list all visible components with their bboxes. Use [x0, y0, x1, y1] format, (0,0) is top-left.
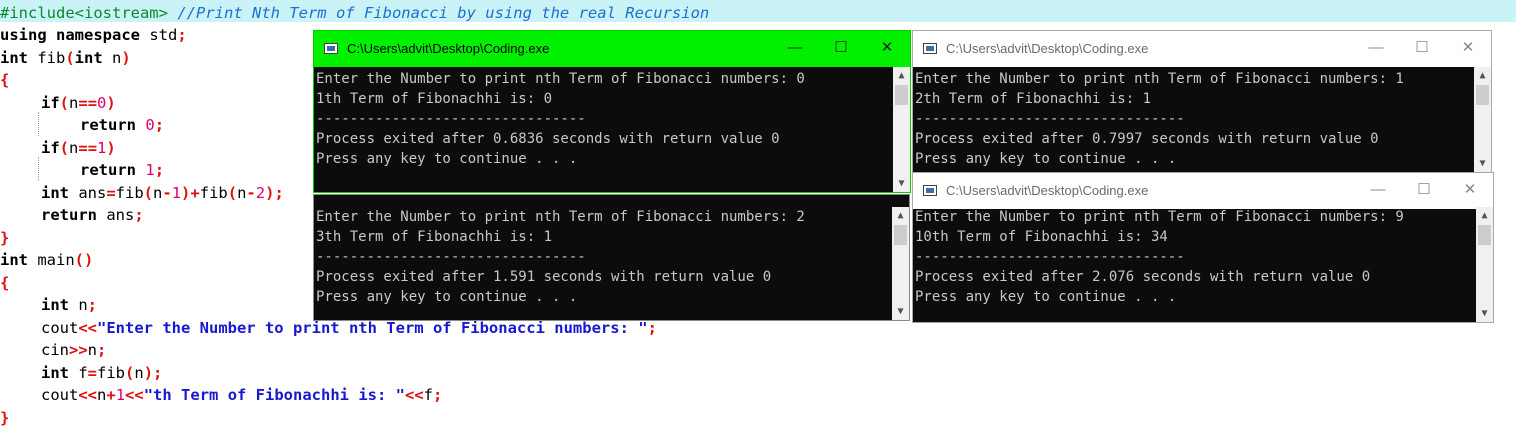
scroll-up-arrow-icon[interactable]: ▲	[1474, 67, 1491, 84]
minimize-button[interactable]: —	[1353, 31, 1399, 67]
code-line-11: }	[0, 229, 10, 247]
console-output: Enter the Number to print nth Term of Fi…	[316, 71, 805, 167]
scroll-thumb[interactable]	[895, 85, 908, 105]
code-line-6: return 0;	[80, 116, 165, 134]
title-bar[interactable]: C:\Users\advit\Desktop\Coding.exe — ☐ ✕	[314, 31, 910, 67]
code-line-4: {	[0, 71, 10, 89]
code-line-9: int ans=fib(n-1)+fib(n-2);	[41, 184, 284, 202]
scroll-thumb[interactable]	[894, 225, 907, 245]
code-line-7: if(n==1)	[41, 139, 116, 157]
window-title: C:\Users\advit\Desktop\Coding.exe	[347, 41, 550, 56]
code-line-3: int fib(int n)	[0, 49, 131, 67]
scroll-down-arrow-icon[interactable]: ▼	[892, 303, 909, 320]
indent-guide	[38, 157, 39, 181]
code-line-17: int f=fib(n);	[41, 364, 163, 382]
code-line-18: cout<<n+1<<"th Term of Fibonachhi is: "<…	[41, 386, 443, 404]
console-output: Enter the Number to print nth Term of Fi…	[915, 71, 1404, 167]
close-button[interactable]: ✕	[864, 31, 910, 67]
console-output: Enter the Number to print nth Term of Fi…	[316, 209, 805, 305]
minimize-button[interactable]: —	[772, 31, 818, 67]
console-window-input-2[interactable]: Enter the Number to print nth Term of Fi…	[313, 194, 910, 321]
close-button[interactable]: ✕	[1445, 31, 1491, 67]
close-button[interactable]: ✕	[1447, 173, 1493, 209]
code-line-2: using namespace std;	[0, 26, 187, 44]
scroll-up-arrow-icon[interactable]: ▲	[892, 207, 909, 224]
console-output: Enter the Number to print nth Term of Fi…	[915, 209, 1404, 305]
code-line-1: #include<iostream> //Print Nth Term of F…	[0, 4, 710, 22]
maximize-button[interactable]: ☐	[1399, 31, 1445, 67]
code-line-14: int n;	[41, 296, 98, 314]
console-window-input-9[interactable]: C:\Users\advit\Desktop\Coding.exe — ☐ ✕ …	[912, 172, 1494, 323]
vertical-scrollbar[interactable]: ▲ ▼	[893, 67, 910, 192]
code-line-5: if(n==0)	[41, 94, 116, 112]
code-line-12: int main()	[0, 251, 94, 269]
vertical-scrollbar[interactable]: ▲ ▼	[1476, 207, 1493, 322]
code-line-10: return ans;	[41, 206, 144, 224]
indent-guide	[38, 112, 39, 136]
scroll-down-arrow-icon[interactable]: ▼	[1474, 155, 1491, 172]
scroll-thumb[interactable]	[1478, 225, 1491, 245]
scroll-down-arrow-icon[interactable]: ▼	[1476, 305, 1493, 322]
title-bar[interactable]: C:\Users\advit\Desktop\Coding.exe — ☐ ✕	[913, 173, 1493, 209]
console-app-icon	[923, 43, 937, 54]
code-line-19: }	[0, 409, 10, 427]
maximize-button[interactable]: ☐	[818, 31, 864, 67]
maximize-button[interactable]: ☐	[1401, 173, 1447, 209]
window-title: C:\Users\advit\Desktop\Coding.exe	[946, 183, 1149, 198]
scroll-thumb[interactable]	[1476, 85, 1489, 105]
vertical-scrollbar[interactable]: ▲ ▼	[892, 207, 909, 320]
scroll-up-arrow-icon[interactable]: ▲	[1476, 207, 1493, 224]
title-bar[interactable]: C:\Users\advit\Desktop\Coding.exe — ☐ ✕	[913, 31, 1491, 67]
code-line-13: {	[0, 274, 10, 292]
minimize-button[interactable]: —	[1355, 173, 1401, 209]
code-line-8: return 1;	[80, 161, 165, 179]
console-window-input-1[interactable]: C:\Users\advit\Desktop\Coding.exe — ☐ ✕ …	[912, 30, 1492, 173]
vertical-scrollbar[interactable]: ▲ ▼	[1474, 67, 1491, 172]
console-app-icon	[923, 185, 937, 196]
console-app-icon	[324, 43, 338, 54]
scroll-down-arrow-icon[interactable]: ▼	[893, 175, 910, 192]
scroll-up-arrow-icon[interactable]: ▲	[893, 67, 910, 84]
window-title: C:\Users\advit\Desktop\Coding.exe	[946, 41, 1149, 56]
code-line-16: cin>>n;	[41, 341, 107, 359]
console-window-input-0[interactable]: C:\Users\advit\Desktop\Coding.exe — ☐ ✕ …	[313, 30, 911, 193]
